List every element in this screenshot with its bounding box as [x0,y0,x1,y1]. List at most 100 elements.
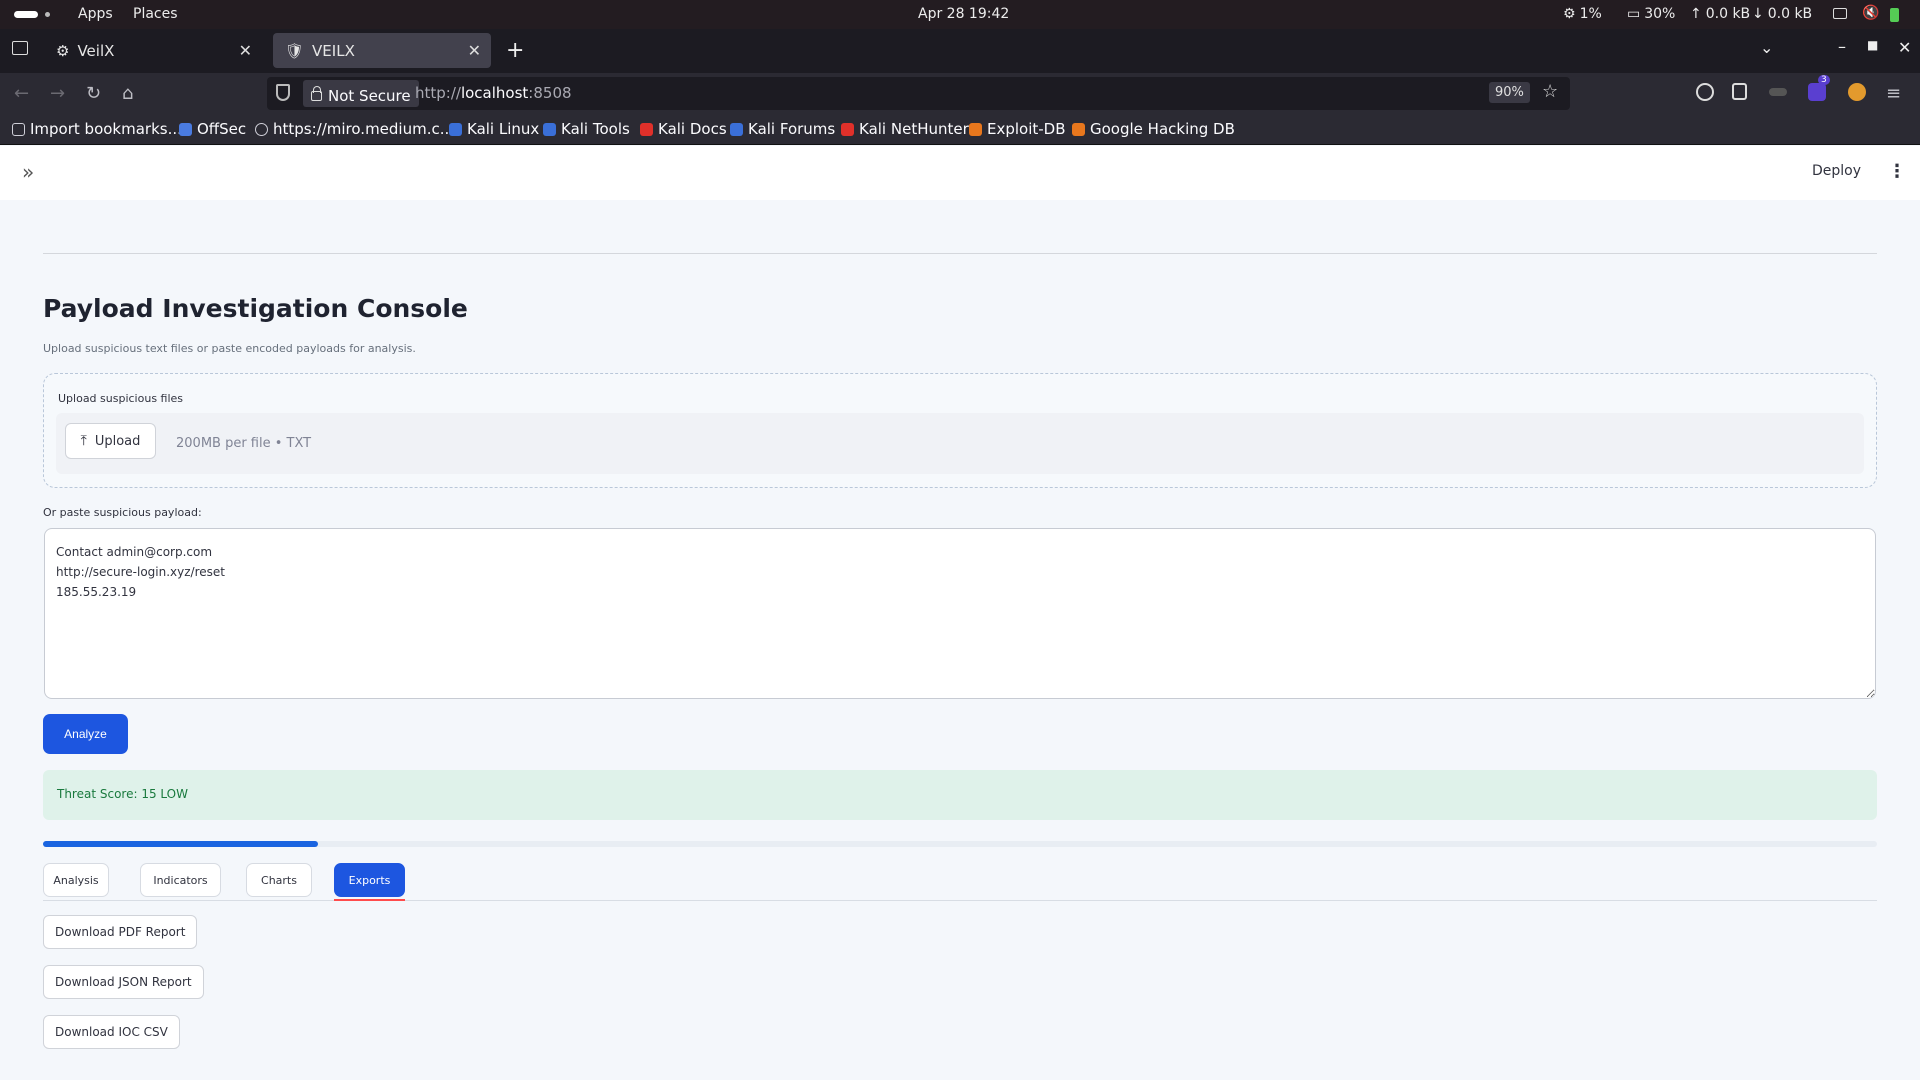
result-tabs: Analysis Indicators Charts Exports [43,863,1877,901]
memory-icon: ▭ [1627,6,1641,22]
download-json-button[interactable]: Download JSON Report [43,965,204,999]
browser-tab-veilx[interactable]: ⚙ VeilX ✕ [44,33,262,68]
bookmark-label: Exploit-DB [987,120,1066,138]
purple-extension-icon[interactable]: 3 [1808,75,1830,101]
browser-tab-veilx-active[interactable]: 🛡 VEILX ✕ [273,33,491,68]
bookmark-miro[interactable]: https://miro.medium.c... [255,120,454,138]
bookmark-kali-linux[interactable]: Kali Linux [449,120,539,138]
bookmark-kali-forums[interactable]: Kali Forums [730,120,835,138]
workspace-indicator[interactable] [14,11,38,18]
home-icon[interactable]: ⌂ [122,83,133,104]
mute-icon[interactable]: 🔇 [1862,5,1879,21]
tab-exports[interactable]: Exports [334,863,405,897]
bookmark-kali-tools[interactable]: Kali Tools [543,120,630,138]
bookmark-label: Import bookmarks... [30,120,182,138]
upload-button[interactable]: ⤒ Upload [65,423,156,459]
upload-icon: ⤒ [80,433,87,449]
tab-analysis[interactable]: Analysis [43,863,109,897]
active-tab-indicator [334,899,405,901]
bookmark-kali-nethunter[interactable]: Kali NetHunter [841,120,969,138]
url-host: localhost [460,84,529,102]
main-menu-icon[interactable]: ⋮ [1888,161,1906,182]
minimize-icon[interactable]: – [1838,37,1846,56]
reload-icon[interactable]: ↻ [86,83,101,104]
bookmark-exploit-db[interactable]: Exploit-DB [969,120,1066,138]
file-uploader: Upload suspicious files ⤒ Upload 200MB p… [43,373,1877,488]
arrow-up-icon: ↑ [1690,6,1702,22]
tab-indicators[interactable]: Indicators [140,863,221,897]
clock[interactable]: Apr 28 19:42 [918,6,1009,22]
bookmark-import[interactable]: Import bookmarks... [12,120,182,138]
page-title: Payload Investigation Console [43,294,468,323]
nethunter-icon [841,122,854,136]
globe-icon [255,122,268,136]
download-pdf-button[interactable]: Download PDF Report [43,915,198,949]
account-icon[interactable] [1696,83,1714,101]
bookmark-label: Kali Tools [561,120,630,138]
ghdb-icon [1072,122,1085,136]
bookmark-label: OffSec [197,120,247,138]
bookmark-label: Kali NetHunter [859,120,969,138]
deploy-button[interactable]: Deploy [1812,163,1861,179]
close-tab-icon[interactable]: ✕ [239,41,252,60]
bookmark-offsec[interactable]: OffSec [179,120,246,138]
tab-title: VeilX [77,41,115,60]
new-tab-icon[interactable]: + [506,38,524,63]
tab-charts[interactable]: Charts [246,863,312,897]
extension-badge: 3 [1818,75,1830,85]
hamburger-menu-icon[interactable]: ≡ [1886,83,1901,104]
kali-tools-icon [543,122,556,136]
tracking-shield-icon[interactable] [276,84,290,101]
threat-progress-bar [43,841,1877,847]
bookmark-star-icon[interactable]: ☆ [1542,81,1558,102]
url-text[interactable]: http://localhost:8508 [415,84,572,102]
url-bar[interactable]: Not Secure http://localhost:8508 90% ☆ [267,77,1570,110]
list-all-tabs-icon[interactable]: ⌄ [1760,38,1773,57]
url-port: :8508 [528,84,572,102]
shield-favicon-icon: 🛡 [285,41,305,60]
bookmark-label: Kali Docs [658,120,727,138]
insecure-lock-icon [311,85,322,101]
incognito-extension-icon[interactable] [1769,88,1787,96]
upload-label: Upload suspicious files [58,392,184,405]
net-down-value: 0.0 kB [1767,6,1813,22]
page-subtitle: Upload suspicious text files or paste en… [43,342,416,355]
extensions-icon[interactable] [1732,83,1747,100]
display-icon[interactable] [1833,8,1847,19]
kali-icon [449,122,462,136]
upload-dropzone[interactable]: ⤒ Upload 200MB per file • TXT [56,413,1864,474]
upload-hint: 200MB per file • TXT [176,436,312,451]
url-scheme: http:// [415,84,461,102]
analyze-button[interactable]: Analyze [43,714,128,754]
upload-button-label: Upload [94,433,141,449]
maximize-icon[interactable]: ■ [1867,38,1878,52]
site-security-indicator[interactable]: Not Secure [303,80,419,107]
battery-icon[interactable] [1890,8,1899,22]
cpu-icon: ⚙ [1563,6,1576,22]
payload-textarea[interactable] [44,528,1876,699]
threat-score-alert: Threat Score: 15 LOW [43,770,1877,820]
memory-indicator: ▭ 30% [1627,6,1675,22]
back-icon[interactable]: ← [14,83,29,104]
memory-value: 30% [1644,6,1676,22]
places-menu[interactable]: Places [133,6,178,22]
net-down-indicator: ↓ 0.0 kB [1752,6,1812,22]
tab-overview-icon[interactable] [12,41,28,55]
apps-menu[interactable]: Apps [78,6,113,22]
forward-icon[interactable]: → [50,83,65,104]
close-tab-icon[interactable]: ✕ [468,41,481,60]
exploit-db-icon [969,122,982,136]
browser-nav-bar: ← → ↻ ⌂ Not Secure http://localhost:8508… [0,73,1920,115]
cpu-indicator: ⚙ 1% [1563,6,1602,22]
bookmark-label: https://miro.medium.c... [273,120,455,138]
bookmark-kali-docs[interactable]: Kali Docs [640,120,727,138]
expand-sidebar-icon[interactable]: » [22,160,34,184]
close-window-icon[interactable]: ✕ [1898,38,1911,57]
workspace-dot[interactable] [45,12,50,17]
zoom-level-button[interactable]: 90% [1489,82,1530,103]
bookmark-label: Kali Linux [467,120,540,138]
bookmark-google-hacking-db[interactable]: Google Hacking DB [1072,120,1235,138]
cookie-extension-icon[interactable] [1848,83,1866,101]
download-ioc-csv-button[interactable]: Download IOC CSV [43,1015,180,1049]
arrow-down-icon: ↓ [1752,6,1764,22]
